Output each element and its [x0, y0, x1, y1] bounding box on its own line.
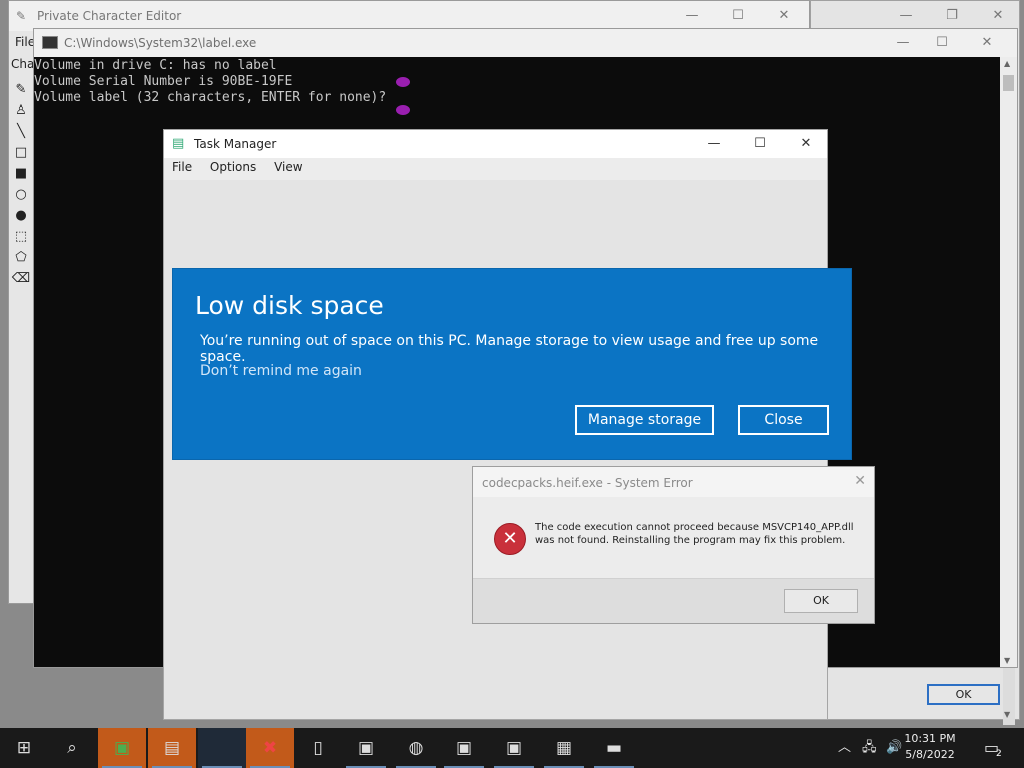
rectangle-select-tool-icon[interactable]: ⬚ — [11, 227, 31, 247]
bg-minimize-button[interactable]: — — [883, 1, 929, 31]
system-error-dialog: codecpacks.heif.exe - System Error ✕ ✕ T… — [472, 466, 875, 624]
windows-logo-icon: ⊞ — [16, 738, 32, 758]
scroll-down-icon[interactable]: ▼ — [1004, 656, 1010, 665]
window-icon: ▣ — [455, 738, 473, 758]
brush-tool-icon[interactable]: ♙ — [11, 101, 31, 121]
taskbar-app-9[interactable]: ▣ — [490, 728, 538, 768]
console-title: C:\Windows\System32\label.exe — [64, 36, 257, 50]
taskmgr-titlebar[interactable]: ▤ Task Manager — ☐ ✕ — [164, 130, 827, 158]
bg-restore-button[interactable]: ❐ — [929, 1, 975, 31]
pce-title: Private Character Editor — [37, 9, 182, 23]
show-hidden-icons-chevron-icon[interactable]: ︿ — [838, 728, 851, 768]
dont-remind-link[interactable]: Don’t remind me again — [200, 363, 362, 379]
hollow-rectangle-tool-icon[interactable]: □ — [11, 143, 31, 163]
menu-options[interactable]: Options — [210, 160, 256, 174]
cursor-marker-icon — [396, 77, 410, 87]
window-icon: ▣ — [505, 738, 523, 758]
search-button[interactable]: ⌕ — [48, 728, 96, 768]
console-taskbar-icon: ▬ — [605, 738, 623, 758]
console-scroll-thumb[interactable] — [1003, 75, 1014, 91]
taskbar-app-7[interactable]: ◍ — [392, 728, 440, 768]
syserr-message: The code execution cannot proceed becaus… — [535, 522, 854, 546]
low-disk-space-dialog: Low disk space You’re running out of spa… — [172, 268, 852, 460]
taskmgr-close-button[interactable]: ✕ — [783, 130, 829, 158]
syserr-close-icon[interactable]: ✕ — [854, 473, 866, 489]
toast-close-button[interactable]: Close — [738, 405, 829, 435]
console-titlebar[interactable]: C:\Windows\System32\label.exe — ☐ ✕ — [34, 29, 1017, 57]
taskbar-app-10[interactable]: ▦ — [540, 728, 588, 768]
document-icon: ▯ — [313, 738, 323, 758]
syserr-title: codecpacks.heif.exe - System Error — [482, 476, 693, 490]
search-icon: ⌕ — [67, 738, 77, 758]
taskbar-app-6[interactable]: ▣ — [342, 728, 390, 768]
console-line: Volume in drive C: has no label — [34, 58, 277, 73]
freeform-select-tool-icon[interactable]: ⬠ — [11, 248, 31, 268]
toast-heading: Low disk space — [195, 291, 384, 320]
taskbar-app-1[interactable]: ▣ — [98, 728, 146, 768]
taskmgr-maximize-button[interactable]: ☐ — [737, 130, 783, 158]
taskbar-clock[interactable]: 10:31 PM 5/8/2022 — [894, 731, 966, 763]
clock-date: 5/8/2022 — [905, 748, 955, 761]
notepad-icon: ▤ — [163, 738, 181, 758]
menu-view[interactable]: View — [274, 160, 302, 174]
taskbar-app-error[interactable]: ✖ — [246, 728, 294, 768]
syserr-footer: OK — [473, 578, 874, 623]
line-tool-icon[interactable]: ╲ — [11, 122, 31, 142]
bg-close-button[interactable]: ✕ — [975, 1, 1021, 31]
filled-rectangle-tool-icon[interactable]: ■ — [11, 164, 31, 184]
window-icon: ▣ — [357, 738, 375, 758]
taskmgr-menubar: File Options View — [172, 160, 317, 174]
manage-storage-button[interactable]: Manage storage — [575, 405, 714, 435]
error-icon: ✕ — [494, 523, 526, 555]
syserr-ok-button[interactable]: OK — [784, 589, 858, 613]
task-manager-icon: ▤ — [172, 136, 185, 151]
pce-toolbox: ✎ ♙ ╲ □ ■ ○ ● ⬚ ⬠ ⌫ — [11, 79, 35, 290]
toast-body: You’re running out of space on this PC. … — [200, 333, 819, 365]
pce-app-icon: ✎ — [16, 9, 27, 23]
network-icon[interactable]: 🖧 — [862, 728, 877, 768]
syserr-titlebar[interactable]: codecpacks.heif.exe - System Error ✕ — [473, 467, 874, 497]
task-manager-taskbar-icon: ▦ — [555, 738, 573, 758]
console-maximize-button[interactable]: ☐ — [919, 29, 965, 57]
console-app-icon — [42, 36, 58, 49]
taskmgr-minimize-button[interactable]: — — [691, 130, 737, 158]
hollow-ellipse-tool-icon[interactable]: ○ — [11, 185, 31, 205]
start-button[interactable]: ⊞ — [0, 728, 48, 768]
menu-file[interactable]: File — [172, 160, 192, 174]
taskbar-app-3[interactable] — [198, 728, 246, 768]
taskbar-app-2[interactable]: ▤ — [148, 728, 196, 768]
cursor-marker-icon — [396, 105, 410, 115]
console-output[interactable]: Volume in drive C: has no label Volume S… — [34, 58, 386, 106]
pce-close-button[interactable]: ✕ — [761, 1, 807, 31]
pce-maximize-button[interactable]: ☐ — [715, 1, 761, 31]
console-close-button[interactable]: ✕ — [964, 29, 1010, 57]
eraser-tool-icon[interactable]: ⌫ — [11, 269, 31, 289]
pencil-tool-icon[interactable]: ✎ — [11, 80, 31, 100]
background-ok-button[interactable]: OK — [927, 684, 1000, 705]
taskbar: ⊞ ⌕ ▣ ▤ ✖ ▯ ▣ ◍ ▣ ▣ ▦ ▬ ︿ 🖧 🔊 10:31 PM 5… — [0, 728, 1024, 768]
console-line: Volume label (32 characters, ENTER for n… — [34, 90, 387, 105]
console-line: Volume Serial Number is 90BE-19FE — [34, 74, 293, 89]
console-scrollbar[interactable]: ▲ ▼ — [1000, 57, 1017, 667]
clock-time: 10:31 PM — [904, 732, 956, 745]
notification-count: 2 — [996, 749, 1002, 759]
scroll-down-icon[interactable]: ▼ — [1004, 710, 1010, 719]
taskmgr-title: Task Manager — [194, 137, 277, 151]
error-app-icon: ✖ — [262, 738, 278, 758]
taskbar-app-11[interactable]: ▬ — [590, 728, 638, 768]
filled-ellipse-tool-icon[interactable]: ● — [11, 206, 31, 226]
pce-titlebar[interactable]: ✎ Private Character Editor — ☐ ✕ — [9, 1, 809, 31]
globe-icon: ◍ — [408, 738, 424, 758]
taskbar-app-8[interactable]: ▣ — [440, 728, 488, 768]
pce-menu-char[interactable]: Cha — [11, 57, 34, 71]
pce-minimize-button[interactable]: — — [669, 1, 715, 31]
scroll-up-icon[interactable]: ▲ — [1004, 59, 1010, 68]
installer-icon: ▣ — [113, 738, 131, 758]
taskbar-app-5[interactable]: ▯ — [294, 728, 342, 768]
notification-center-icon[interactable]: ▭ — [984, 728, 999, 768]
